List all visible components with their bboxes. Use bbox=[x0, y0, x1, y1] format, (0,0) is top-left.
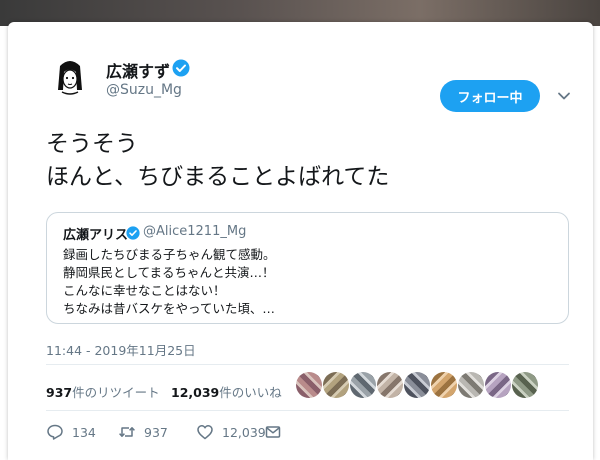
liker-avatar[interactable] bbox=[431, 372, 457, 398]
reply-icon bbox=[47, 424, 63, 440]
quoted-tweet-text: 録画したちびまる子ちゃん観て感動。 静岡県民としてまるちゃんと共演…！ こんなに… bbox=[63, 246, 276, 318]
avatar[interactable] bbox=[46, 52, 94, 100]
like-button[interactable]: 12,039 bbox=[196, 422, 266, 442]
heart-icon bbox=[197, 425, 213, 440]
tweet-text-line: ほんと、ちびまることよばれてた bbox=[46, 164, 390, 190]
quoted-text-line: こんなに幸せなことはない！ bbox=[63, 283, 226, 298]
quoted-text-line: 録画したちびまる子ちゃん観て感動。 bbox=[63, 247, 276, 262]
author-handle[interactable]: @Suzu_Mg bbox=[106, 82, 182, 98]
verified-badge-icon bbox=[172, 59, 190, 77]
tweet-card: 広瀬すず @Suzu_Mg フォロー中 そうそう ほんと、ちびまることよばれてた… bbox=[8, 22, 593, 460]
tweet-text-line: そうそう bbox=[46, 131, 138, 157]
quoted-author-name: 広瀬アリス bbox=[63, 228, 129, 243]
quoted-tweet-card[interactable]: 広瀬アリス @Alice1211_Mg 録画したちびまる子ちゃん観て感動。 静岡… bbox=[46, 212, 569, 324]
liker-avatar[interactable] bbox=[404, 372, 430, 398]
verified-badge-icon bbox=[126, 225, 140, 240]
divider bbox=[46, 364, 569, 365]
quoted-author-handle: @Alice1211_Mg bbox=[143, 224, 247, 239]
envelope-icon bbox=[265, 426, 281, 438]
tweet-timestamp[interactable]: 11:44 - 2019年11月25日 bbox=[46, 340, 196, 359]
retweet-icon bbox=[119, 427, 135, 437]
quoted-text-line: ちなみは昔バスケをやっていた頃、… bbox=[63, 301, 275, 316]
retweet-count: 937 bbox=[144, 424, 168, 440]
retweet-button[interactable]: 937 bbox=[118, 422, 168, 442]
reply-count: 134 bbox=[72, 424, 96, 440]
retweets-stat-count: 937 bbox=[46, 385, 73, 400]
reply-button[interactable]: 134 bbox=[46, 422, 96, 442]
likes-stat-label: 件のいいね bbox=[219, 385, 282, 400]
author-display-name[interactable]: 広瀬すず bbox=[106, 58, 170, 82]
liker-avatar[interactable] bbox=[323, 372, 349, 398]
liker-avatar[interactable] bbox=[296, 372, 322, 398]
divider bbox=[46, 410, 569, 411]
quoted-text-line: 静岡県民としてまるちゃんと共演…！ bbox=[63, 265, 275, 280]
liker-avatars bbox=[296, 372, 546, 402]
tweet-text: そうそう ほんと、ちびまることよばれてた bbox=[46, 128, 389, 194]
retweets-stat-label: 件のリツイート bbox=[72, 385, 160, 400]
chevron-down-icon[interactable] bbox=[556, 88, 572, 104]
liker-avatar[interactable] bbox=[458, 372, 484, 398]
like-count: 12,039 bbox=[222, 424, 266, 440]
liker-avatar[interactable] bbox=[350, 372, 376, 398]
following-button[interactable]: フォロー中 bbox=[440, 80, 540, 112]
retweets-stat[interactable]: 937件のリツイート bbox=[46, 382, 160, 401]
liker-avatar[interactable] bbox=[512, 372, 538, 398]
likes-stat[interactable]: 12,039件のいいね bbox=[171, 382, 282, 401]
liker-avatar[interactable] bbox=[485, 372, 511, 398]
liker-avatar[interactable] bbox=[377, 372, 403, 398]
likes-stat-count: 12,039 bbox=[171, 385, 220, 400]
direct-message-button[interactable] bbox=[264, 422, 290, 442]
